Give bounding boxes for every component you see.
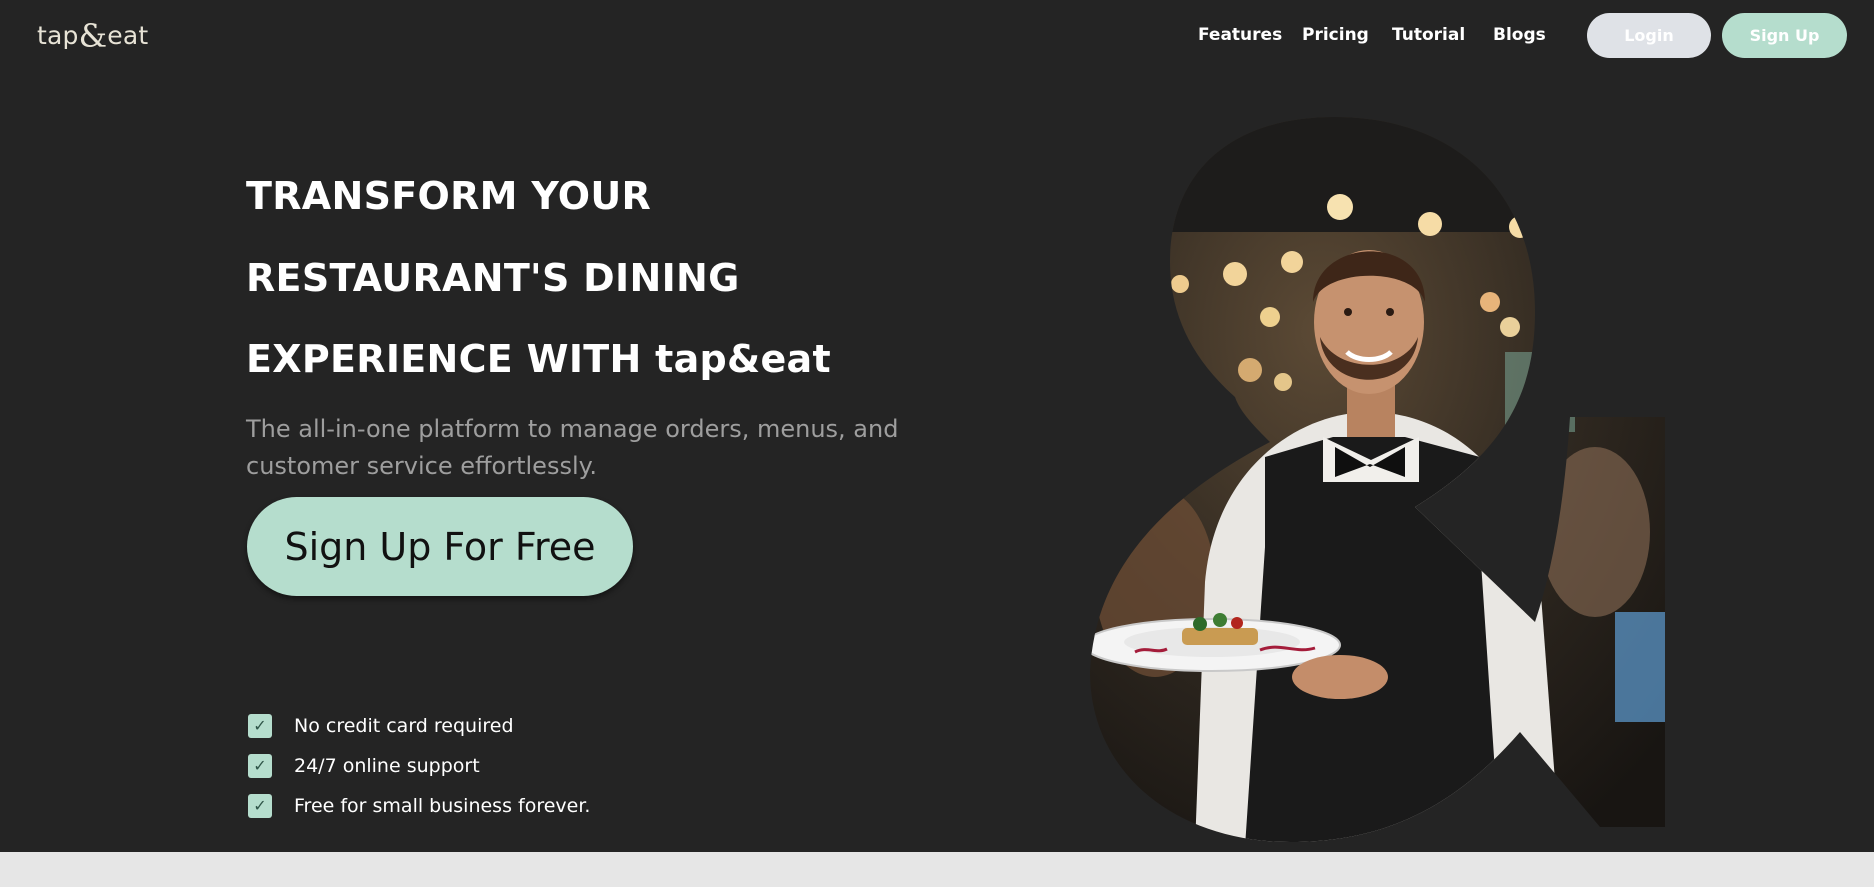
checkbox-checked-icon: ✓: [248, 794, 272, 818]
feature-check-item: ✓ Free for small business forever.: [248, 793, 590, 819]
checkbox-checked-icon: ✓: [248, 754, 272, 778]
hero-headline-line-3: EXPERIENCE WITH tap&eat: [246, 337, 831, 381]
brand-ampersand: &: [78, 17, 108, 55]
hero-subtitle: The all-in-one platform to manage orders…: [246, 415, 899, 480]
top-navbar: tap&eat Features Pricing Tutorial Blogs …: [0, 0, 1874, 72]
feature-check-item: ✓ 24/7 online support: [248, 753, 480, 779]
nav-link-blogs[interactable]: Blogs: [1493, 25, 1546, 45]
feature-check-item: ✓ No credit card required: [248, 713, 514, 739]
nav-link-pricing[interactable]: Pricing: [1302, 25, 1369, 45]
brand-suffix: eat: [107, 21, 149, 50]
nav-link-tutorial[interactable]: Tutorial: [1392, 25, 1465, 45]
hero-headline-line-2: RESTAURANT'S DINING: [246, 256, 740, 300]
brand-prefix: tap: [37, 21, 79, 50]
feature-check-text: 24/7 online support: [294, 755, 480, 777]
feature-check-text: No credit card required: [294, 715, 514, 737]
nav-link-features[interactable]: Features: [1198, 25, 1282, 45]
brand-logo[interactable]: tap&eat: [37, 14, 149, 55]
waiter-photo-ampersand-icon: [1090, 117, 1665, 842]
feature-check-text: Free for small business forever.: [294, 795, 591, 817]
hero-headline-line-1: TRANSFORM YOUR: [246, 174, 652, 218]
checkbox-checked-icon: ✓: [248, 714, 272, 738]
footer-strip: [0, 852, 1874, 887]
login-button[interactable]: Login: [1587, 13, 1711, 58]
signup-free-button[interactable]: Sign Up For Free: [247, 497, 633, 596]
signup-button[interactable]: Sign Up: [1722, 13, 1847, 58]
